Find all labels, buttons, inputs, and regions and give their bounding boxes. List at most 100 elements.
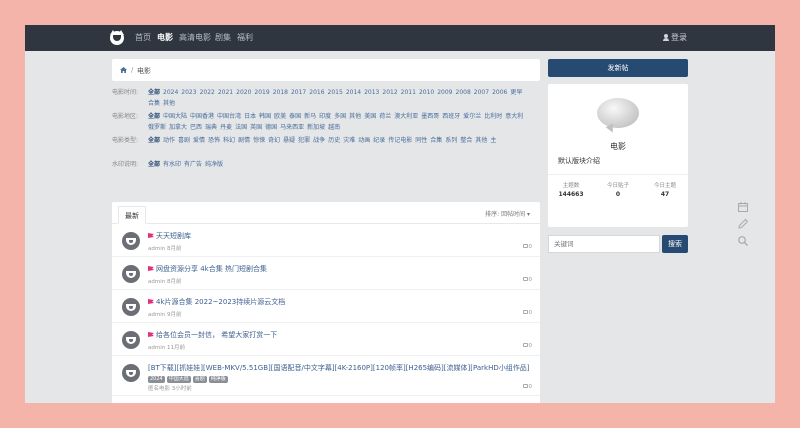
filter-option[interactable]: 纪录 bbox=[373, 137, 385, 144]
filter-option[interactable]: 2013 bbox=[364, 89, 379, 96]
filter-option[interactable]: 主 bbox=[490, 137, 496, 144]
filter-option[interactable]: 加拿大 bbox=[169, 124, 187, 131]
tag-badge[interactable]: 纯净版 bbox=[208, 376, 228, 383]
nav-link-home[interactable]: 首页 bbox=[135, 33, 151, 43]
nav-link-welfare[interactable]: 福利 bbox=[237, 33, 253, 43]
filter-option[interactable]: 2014 bbox=[346, 89, 361, 96]
filter-option[interactable]: 西班牙 bbox=[442, 113, 460, 120]
filter-option[interactable]: 同性 bbox=[415, 137, 427, 144]
filter-option[interactable]: 悬疑 bbox=[283, 137, 295, 144]
filter-option[interactable]: 有水印 bbox=[163, 161, 181, 168]
filter-option[interactable]: 瑞典 bbox=[205, 124, 217, 131]
filter-option[interactable]: 其他 bbox=[475, 137, 487, 144]
filter-option[interactable]: 泰国 bbox=[289, 113, 301, 120]
filter-option[interactable]: 爱情 bbox=[193, 137, 205, 144]
topic-title-link[interactable]: 给各位会员一封信， 希望大家打赏一下 bbox=[148, 330, 277, 340]
filter-option[interactable]: 纯净版 bbox=[205, 161, 223, 168]
filter-option[interactable]: 英国 bbox=[250, 124, 262, 131]
search-input[interactable] bbox=[548, 235, 660, 253]
filter-option[interactable]: 2019 bbox=[254, 89, 269, 96]
filter-option[interactable]: 2010 bbox=[419, 89, 434, 96]
filter-option[interactable]: 新加坡 bbox=[307, 124, 325, 131]
filter-option[interactable]: 比利时 bbox=[484, 113, 502, 120]
filter-option[interactable]: 剧情 bbox=[238, 137, 250, 144]
filter-option[interactable]: 2008 bbox=[456, 89, 471, 96]
topic-row[interactable]: [BT下载][抓娃娃][WEB-MKV/21.15GB][国语配音/中文字幕][… bbox=[112, 397, 540, 403]
filter-option[interactable]: 2011 bbox=[401, 89, 416, 96]
topic-title-link[interactable]: 网盘资源分享 4k合集 热门短剧合集 bbox=[148, 264, 267, 274]
filter-option[interactable]: 其他 bbox=[349, 113, 361, 120]
filter-option[interactable]: 爱尔兰 bbox=[463, 113, 481, 120]
filter-option[interactable]: 合集 bbox=[148, 100, 160, 107]
filter-option[interactable]: 2012 bbox=[382, 89, 397, 96]
login-link[interactable]: 登录 bbox=[663, 33, 687, 43]
filter-option[interactable]: 犯罪 bbox=[298, 137, 310, 144]
filter-option[interactable]: 多国 bbox=[334, 113, 346, 120]
calendar-icon[interactable] bbox=[737, 201, 749, 213]
filter-option[interactable]: 2024 bbox=[163, 89, 178, 96]
nav-link-series[interactable]: 剧集 bbox=[215, 33, 231, 43]
home-icon[interactable] bbox=[120, 67, 127, 73]
user-avatar[interactable] bbox=[122, 265, 140, 283]
filter-option[interactable]: 整合 bbox=[460, 137, 472, 144]
logo-icon[interactable] bbox=[110, 30, 124, 45]
filter-option[interactable]: 2017 bbox=[291, 89, 306, 96]
user-avatar[interactable] bbox=[122, 364, 140, 382]
filter-option-all[interactable]: 全部 bbox=[148, 161, 160, 168]
filter-option[interactable]: 恐怖 bbox=[208, 137, 220, 144]
filter-option[interactable]: 美国 bbox=[364, 113, 376, 120]
filter-option[interactable]: 丹麦 bbox=[220, 124, 232, 131]
filter-option[interactable]: 2023 bbox=[181, 89, 196, 96]
filter-option[interactable]: 中国台湾 bbox=[217, 113, 241, 120]
topic-row[interactable]: 给各位会员一封信， 希望大家打赏一下 admin 11月前 0 bbox=[112, 323, 540, 356]
filter-option[interactable]: 奇幻 bbox=[268, 137, 280, 144]
filter-option[interactable]: 日本 bbox=[244, 113, 256, 120]
new-post-button[interactable]: 发新帖 bbox=[548, 59, 688, 77]
filter-option[interactable]: 越南 bbox=[328, 124, 340, 131]
filter-option[interactable]: 韩国 bbox=[259, 113, 271, 120]
filter-option[interactable]: 中国大陆 bbox=[163, 113, 187, 120]
filter-option[interactable]: 传记电影 bbox=[388, 137, 412, 144]
filter-option[interactable]: 中国香港 bbox=[190, 113, 214, 120]
filter-option[interactable]: 合集 bbox=[430, 137, 442, 144]
user-avatar[interactable] bbox=[122, 298, 140, 316]
filter-option[interactable]: 2009 bbox=[437, 89, 452, 96]
filter-option[interactable]: 2007 bbox=[474, 89, 489, 96]
filter-option[interactable]: 巴西 bbox=[190, 124, 202, 131]
filter-option[interactable]: 法国 bbox=[235, 124, 247, 131]
filter-option[interactable]: 2020 bbox=[236, 89, 251, 96]
filter-option[interactable]: 喜剧 bbox=[178, 137, 190, 144]
nav-link-hd-movies[interactable]: 高清电影 bbox=[179, 33, 211, 43]
filter-option[interactable]: 德国 bbox=[265, 124, 277, 131]
filter-option[interactable]: 2006 bbox=[492, 89, 507, 96]
filter-option[interactable]: 意大利 bbox=[505, 113, 523, 120]
filter-option[interactable]: 惊悚 bbox=[253, 137, 265, 144]
filter-option[interactable]: 更早 bbox=[510, 89, 522, 96]
filter-option[interactable]: 俄罗斯 bbox=[148, 124, 166, 131]
search-icon[interactable] bbox=[737, 235, 749, 247]
filter-option[interactable]: 动作 bbox=[163, 137, 175, 144]
filter-option[interactable]: 澳大利亚 bbox=[394, 113, 418, 120]
user-avatar[interactable] bbox=[122, 331, 140, 349]
topic-row[interactable]: 天天短剧库 admin 8月前 0 bbox=[112, 224, 540, 257]
topic-row[interactable]: [BT下载][抓娃娃][WEB-MKV/5.51GB][国语配音/中文字幕][4… bbox=[112, 356, 540, 396]
filter-option[interactable]: 欧美 bbox=[274, 113, 286, 120]
filter-option[interactable]: 2018 bbox=[273, 89, 288, 96]
filter-option-all[interactable]: 全部 bbox=[148, 137, 160, 144]
filter-option[interactable]: 马来西亚 bbox=[280, 124, 304, 131]
filter-option[interactable]: 历史 bbox=[328, 137, 340, 144]
sort-dropdown[interactable]: 排序: 回帖时间 ▾ bbox=[485, 209, 530, 218]
filter-option[interactable]: 新马 bbox=[304, 113, 316, 120]
tag-badge[interactable]: 2024 bbox=[148, 376, 165, 383]
filter-option[interactable]: 系列 bbox=[445, 137, 457, 144]
filter-option[interactable]: 灾难 bbox=[343, 137, 355, 144]
tag-badge[interactable]: 中国大陆 bbox=[166, 376, 191, 383]
filter-option[interactable]: 2021 bbox=[218, 89, 233, 96]
topic-row[interactable]: 4k片源合集 2022~2023持续片源云文档 admin 9月前 0 bbox=[112, 290, 540, 323]
filter-option[interactable]: 战争 bbox=[313, 137, 325, 144]
filter-option[interactable]: 2015 bbox=[328, 89, 343, 96]
filter-option[interactable]: 科幻 bbox=[223, 137, 235, 144]
filter-option[interactable]: 有广告 bbox=[184, 161, 202, 168]
topic-title-link[interactable]: [BT下载][抓娃娃][WEB-MKV/5.51GB][国语配音/中文字幕][4… bbox=[148, 363, 530, 373]
filter-option[interactable]: 墨西哥 bbox=[421, 113, 439, 120]
